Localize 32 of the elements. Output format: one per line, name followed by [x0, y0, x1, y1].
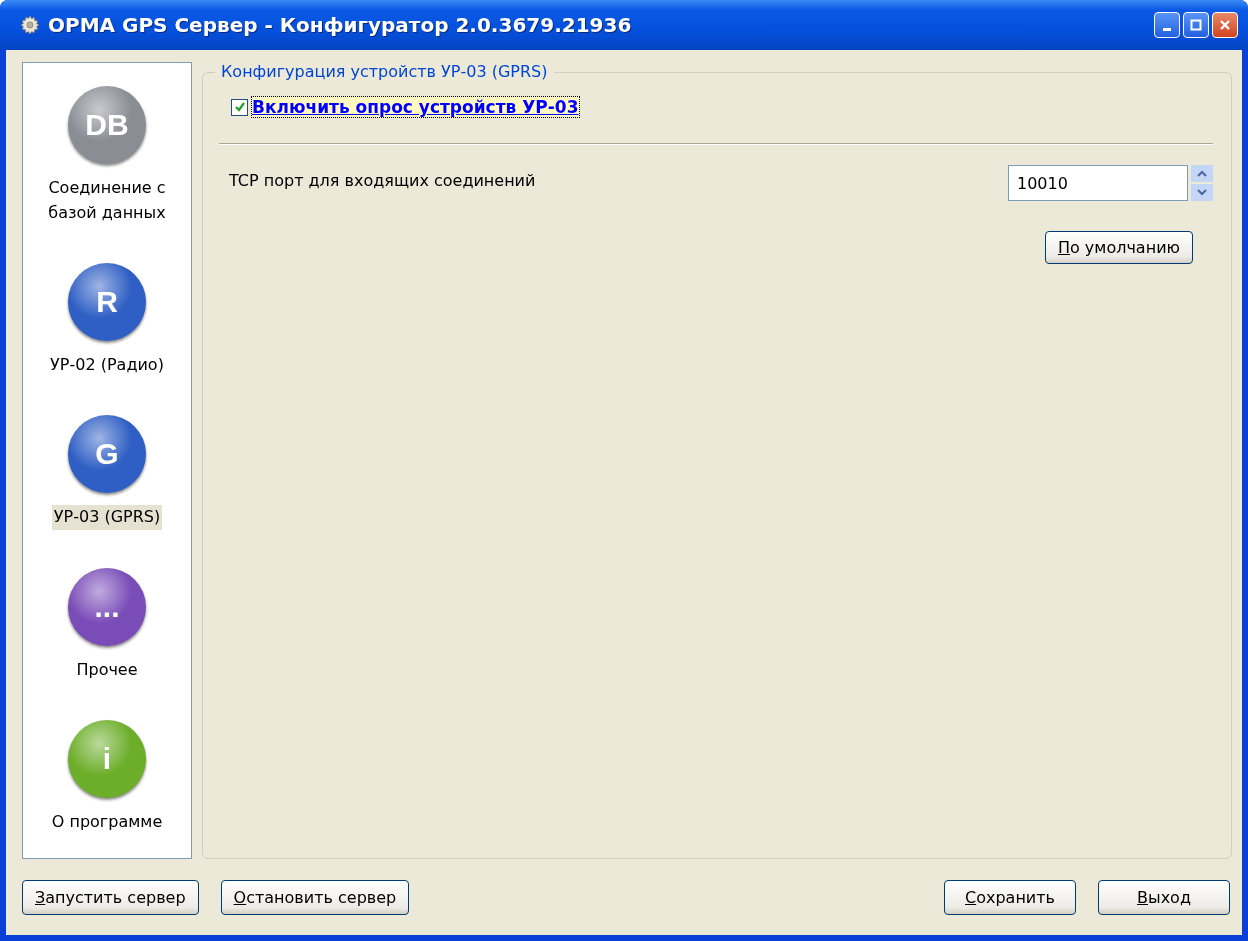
action-button[interactable]: Выход — [1098, 879, 1230, 915]
maximize-icon — [1189, 18, 1203, 32]
icon-letter: R — [96, 285, 118, 320]
sidebar-item[interactable]: О программе — [49, 810, 165, 836]
icon-letter: i — [102, 742, 112, 777]
checkbox[interactable] — [231, 98, 248, 116]
sidebar-item[interactable]: Соединение с базой данных — [23, 175, 191, 226]
server-button[interactable]: Запустить сервер — [22, 879, 199, 915]
icon-letter: DB — [85, 107, 129, 142]
maximize-button[interactable] — [1183, 12, 1209, 38]
action-button[interactable]: Сохранить — [944, 879, 1076, 915]
server-button[interactable]: Остановить сервер — [220, 879, 410, 915]
port-label: TCP порт для входящих соединений — [229, 171, 536, 192]
sidebar-item[interactable]: Прочее — [74, 657, 140, 683]
circle-icon[interactable]: R — [68, 263, 146, 342]
checkbox-label[interactable]: Включить опрос устройств УР-03 — [252, 97, 579, 117]
default-button[interactable]: По умолчанию — [1044, 231, 1193, 264]
gear-icon — [20, 15, 40, 35]
circle-icon[interactable]: ... — [68, 567, 146, 646]
close-icon — [1218, 18, 1232, 32]
group-title: Конфигурация устройств УР-03 (GPRS) — [215, 62, 554, 81]
sidebar-item[interactable]: УР-03 (GPRS) — [51, 505, 163, 531]
close-button[interactable] — [1212, 12, 1238, 38]
port-field[interactable]: 10010 — [1008, 165, 1188, 201]
circle-icon[interactable]: G — [68, 415, 146, 494]
icon-letter: G — [95, 437, 119, 472]
window-title: ОРМА GPS Сервер - Конфигуратор 2.0.3679.21936 — [48, 13, 633, 37]
minimize-icon — [1163, 27, 1171, 31]
minimize-button[interactable] — [1154, 12, 1180, 38]
icon-letter: ... — [94, 589, 120, 624]
spinner-arrows-icon[interactable] — [1191, 165, 1213, 201]
sidebar-item[interactable]: УР-02 (Радио) — [48, 353, 166, 378]
